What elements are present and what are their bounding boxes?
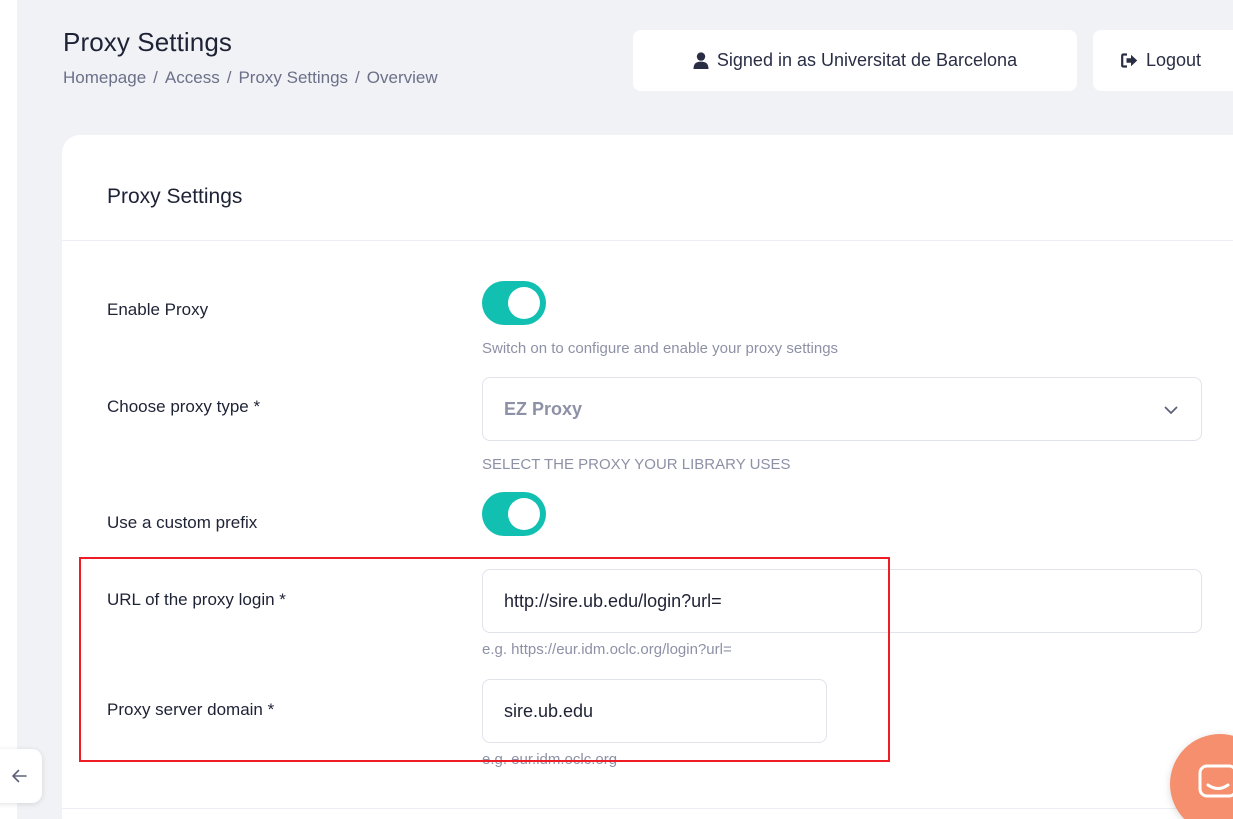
breadcrumb-overview: Overview: [366, 68, 438, 87]
signed-in-label: Signed in as Universitat de Barcelona: [716, 50, 1018, 70]
card-footer-divider: [62, 808, 1233, 809]
proxy-type-selected-value: EZ Proxy: [504, 399, 583, 419]
custom-prefix-label: Use a custom prefix: [107, 513, 258, 532]
proxy-login-url-label: URL of the proxy login *: [107, 590, 286, 609]
chat-icon: [1198, 764, 1233, 800]
enable-proxy-help: Switch on to configure and enable your p…: [482, 340, 839, 357]
back-button[interactable]: [0, 749, 42, 803]
logout-icon: [1121, 53, 1138, 68]
proxy-domain-input[interactable]: [482, 679, 827, 743]
proxy-type-help: SELECT THE PROXY YOUR LIBRARY USES: [482, 456, 791, 473]
custom-prefix-toggle[interactable]: [482, 492, 546, 536]
card-title: Proxy Settings: [107, 185, 243, 208]
logout-button[interactable]: Logout: [1093, 30, 1233, 91]
breadcrumb-separator: /: [226, 68, 232, 87]
chevron-down-icon: [1163, 402, 1179, 418]
proxy-login-url-input[interactable]: [482, 569, 1202, 633]
breadcrumb-access[interactable]: Access: [165, 68, 220, 87]
breadcrumb-separator: /: [153, 68, 158, 87]
left-edge-strip: [0, 0, 17, 819]
proxy-domain-help: e.g. eur.idm.oclc.org: [482, 751, 618, 768]
breadcrumb: Homepage / Access / Proxy Settings / Overview: [63, 68, 438, 88]
logout-label: Logout: [1146, 50, 1202, 70]
proxy-type-label: Choose proxy type *: [107, 397, 261, 416]
proxy-type-select[interactable]: EZ Proxy: [482, 377, 1202, 441]
enable-proxy-label: Enable Proxy: [107, 300, 209, 319]
toggle-knob: [508, 287, 540, 319]
proxy-domain-label: Proxy server domain *: [107, 700, 275, 719]
toggle-knob: [508, 498, 540, 530]
breadcrumb-proxy-settings[interactable]: Proxy Settings: [238, 68, 348, 87]
card-divider: [62, 240, 1233, 241]
enable-proxy-toggle[interactable]: [482, 281, 546, 325]
breadcrumb-homepage[interactable]: Homepage: [63, 68, 146, 87]
breadcrumb-separator: /: [355, 68, 360, 87]
signed-in-button[interactable]: Signed in as Universitat de Barcelona: [633, 30, 1077, 91]
arrow-left-icon: [11, 769, 27, 783]
user-icon: [693, 52, 709, 69]
proxy-login-url-help: e.g. https://eur.idm.oclc.org/login?url=: [482, 641, 732, 658]
page-title: Proxy Settings: [63, 27, 233, 57]
